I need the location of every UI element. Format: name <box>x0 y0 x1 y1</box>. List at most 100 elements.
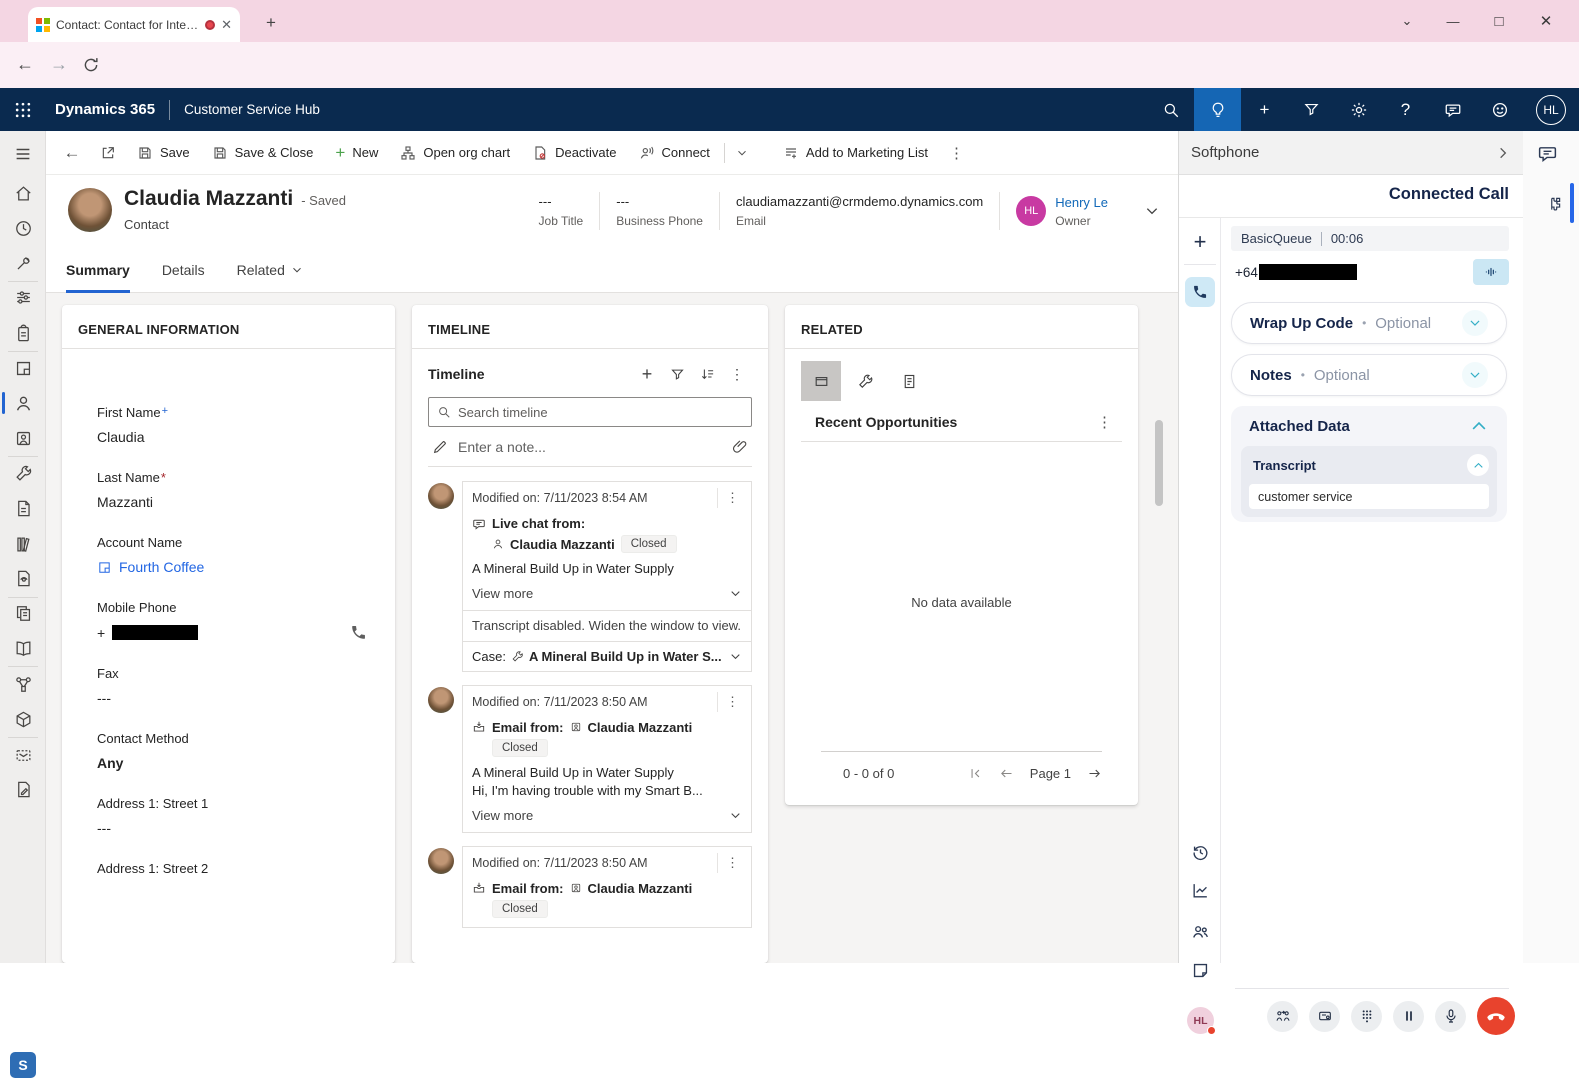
new-tab-button[interactable]: + <box>258 10 284 36</box>
feedback-chat-icon[interactable] <box>1429 88 1476 131</box>
browser-forward-button[interactable]: → <box>50 54 68 75</box>
deactivate-button[interactable]: Deactivate <box>521 131 627 175</box>
sidebar-item-drafts[interactable] <box>0 772 46 806</box>
dialpad-button[interactable] <box>1351 1001 1382 1032</box>
timeline-note-composer[interactable]: Enter a note... <box>428 427 752 467</box>
browser-reload-button[interactable] <box>82 56 100 74</box>
sidebar-item-knowledge-search[interactable] <box>0 561 46 595</box>
browser-back-button[interactable]: ← <box>16 54 34 75</box>
connect-dropdown-icon[interactable] <box>728 135 756 171</box>
owner-name-link[interactable]: Henry Le <box>1055 195 1108 210</box>
window-close-button[interactable]: ✕ <box>1531 8 1561 34</box>
popout-icon[interactable] <box>90 135 126 171</box>
previous-page-icon[interactable] <box>999 766 1014 781</box>
new-button[interactable]: +New <box>324 131 389 175</box>
timeline-entry[interactable]: Modified on: 7/11/2023 8:54 AM⋮ Live cha… <box>428 481 752 672</box>
transcript-value-field[interactable]: customer service <box>1249 484 1489 509</box>
call-phone-icon[interactable] <box>350 624 367 641</box>
field-contact-method[interactable]: Contact Method Any <box>97 731 375 771</box>
save-and-close-button[interactable]: Save & Close <box>201 131 325 175</box>
sitemap-toggle-icon[interactable] <box>0 137 46 171</box>
related-tab-entitlements[interactable] <box>889 361 929 401</box>
plugin-puzzle-icon[interactable] <box>1545 195 1563 213</box>
fax-value[interactable]: --- <box>97 690 375 706</box>
sidebar-item-queues[interactable] <box>0 527 46 561</box>
field-address-street1[interactable]: Address 1: Street 1 --- <box>97 796 375 836</box>
tab-search-icon[interactable]: ⌄ <box>1392 8 1422 34</box>
entry-subject[interactable]: A Mineral Build Up in Water Supply <box>472 561 742 576</box>
user-avatar[interactable]: HL <box>1523 88 1579 131</box>
paperclip-icon[interactable] <box>732 439 748 455</box>
entry-contact[interactable]: Claudia Mazzanti <box>510 537 615 552</box>
entry-contact[interactable]: Claudia Mazzanti <box>588 881 693 896</box>
field-fax[interactable]: Fax --- <box>97 666 375 706</box>
account-link[interactable]: Fourth Coffee <box>119 559 204 575</box>
sidebar-item-activities[interactable] <box>0 316 46 350</box>
timeline-filter-icon[interactable] <box>662 361 692 387</box>
entry-contact[interactable]: Claudia Mazzanti <box>588 720 693 735</box>
sidebar-item-contacts[interactable] <box>0 386 46 420</box>
field-address-street2[interactable]: Address 1: Street 2 <box>97 861 375 876</box>
end-call-button[interactable] <box>1477 997 1515 1035</box>
save-button[interactable]: Save <box>126 131 201 175</box>
entry-more-icon[interactable]: ⋮ <box>717 488 747 508</box>
connect-button[interactable]: Connect <box>628 131 721 175</box>
entry-subject[interactable]: A Mineral Build Up in Water Supply <box>472 765 742 780</box>
collapse-panel-icon[interactable] <box>1495 145 1511 161</box>
global-search-icon[interactable] <box>1147 88 1194 131</box>
tab-related[interactable]: Related <box>237 248 303 293</box>
field-first-name[interactable]: First Name+ Claudia <box>97 405 375 445</box>
hold-button[interactable] <box>1393 1001 1424 1032</box>
entry-more-icon[interactable]: ⋮ <box>717 853 747 873</box>
vertical-scrollbar-thumb[interactable] <box>1155 420 1163 506</box>
header-field-business-phone[interactable]: --- Business Phone <box>600 194 719 228</box>
sidebar-item-queue-items[interactable] <box>0 491 46 525</box>
notes-icon[interactable] <box>1179 954 1221 986</box>
first-name-value[interactable]: Claudia <box>97 429 375 445</box>
sidebar-item-pinned[interactable] <box>0 246 46 280</box>
contact-method-value[interactable]: Any <box>97 755 375 771</box>
header-field-job-title[interactable]: --- Job Title <box>523 194 600 228</box>
help-icon[interactable]: ? <box>1382 88 1429 131</box>
metrics-chart-icon[interactable] <box>1179 874 1221 906</box>
header-field-owner[interactable]: HL Henry Le Owner <box>1000 195 1124 228</box>
sidebar-item-accounts[interactable] <box>0 351 46 385</box>
related-tab-cases[interactable] <box>845 361 885 401</box>
timeline-search-input[interactable] <box>458 405 743 420</box>
mute-microphone-button[interactable] <box>1435 1001 1466 1032</box>
more-commands-icon[interactable]: ⋮ <box>939 144 974 162</box>
notes-section[interactable]: Notes • Optional <box>1231 354 1507 396</box>
timeline-add-icon[interactable]: + <box>632 361 662 387</box>
street1-value[interactable]: --- <box>97 820 375 836</box>
in-app-suggestions-icon[interactable] <box>1194 88 1241 131</box>
sidebar-item-knowledge-articles[interactable] <box>0 596 46 630</box>
entry-case-row[interactable]: Case: A Mineral Build Up in Water S... <box>463 641 751 671</box>
brand-title[interactable]: Dynamics 365 <box>55 101 155 118</box>
recorder-button[interactable] <box>1309 1001 1340 1032</box>
agent-avatar[interactable]: HL <box>1187 1007 1214 1034</box>
expand-wrapup-icon[interactable] <box>1462 310 1488 336</box>
open-org-chart-button[interactable]: Open org chart <box>389 131 521 175</box>
related-tab-opportunities[interactable] <box>801 361 841 401</box>
field-mobile-phone[interactable]: Mobile Phone + <box>97 600 375 641</box>
sidebar-item-entitlements[interactable] <box>0 667 46 701</box>
teams-chat-icon[interactable] <box>1537 143 1558 164</box>
add-to-marketing-list-button[interactable]: Add to Marketing List <box>772 131 939 175</box>
sidebar-item-social-profiles[interactable] <box>0 421 46 455</box>
next-page-icon[interactable] <box>1087 766 1102 781</box>
new-call-icon[interactable]: + <box>1179 226 1221 258</box>
sidebar-item-home[interactable] <box>0 176 46 210</box>
area-switcher-badge[interactable]: S <box>10 1052 36 1078</box>
view-more-toggle[interactable]: View more <box>472 808 742 823</box>
view-more-toggle[interactable]: View more <box>472 586 742 601</box>
sidebar-item-cases[interactable] <box>0 456 46 490</box>
sidebar-item-dashboards[interactable] <box>0 280 46 314</box>
browser-tab[interactable]: Contact: Contact for Interact ✕ <box>28 7 240 42</box>
contacts-icon[interactable] <box>1179 915 1221 947</box>
timeline-entry[interactable]: Modified on: 7/11/2023 8:50 AM⋮ Email fr… <box>428 685 752 833</box>
first-page-icon[interactable] <box>968 766 983 781</box>
window-minimize-button[interactable]: — <box>1438 8 1468 34</box>
sidebar-item-recent[interactable] <box>0 211 46 245</box>
wrap-up-code-section[interactable]: Wrap Up Code • Optional <box>1231 302 1507 344</box>
timeline-search-box[interactable] <box>428 397 752 427</box>
